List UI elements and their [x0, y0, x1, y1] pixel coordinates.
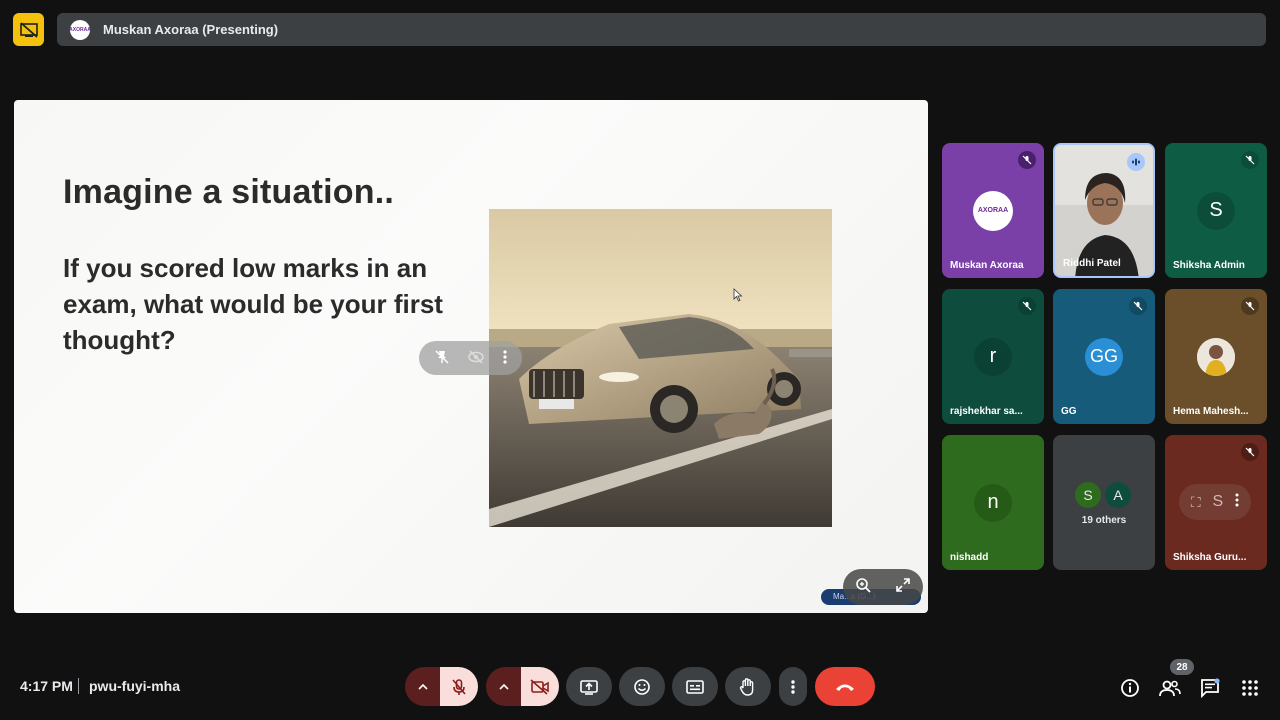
slide-body-text: If you scored low marks in an exam, what…: [63, 253, 443, 355]
participant-tile-speaking[interactable]: Riddhi Patel: [1053, 143, 1155, 278]
divider: [78, 678, 79, 694]
people-icon[interactable]: [1158, 676, 1182, 700]
participant-name: Shiksha Admin: [1173, 260, 1245, 271]
participant-tile[interactable]: S Shiksha Admin: [1165, 143, 1267, 278]
presenter-name: Muskan Axoraa (Presenting): [103, 22, 279, 37]
participant-initial: n: [974, 483, 1012, 522]
participant-tile[interactable]: ⛶ S Shiksha Guru...: [1165, 435, 1267, 570]
zoom-controls: [843, 569, 923, 605]
tile-hover-controls: ⛶ S: [1179, 484, 1251, 520]
participant-tile[interactable]: AXORAA Muskan Axoraa: [942, 143, 1044, 278]
meeting-code: pwu-fuyi-mha: [89, 678, 180, 694]
hide-view-icon[interactable]: [467, 349, 485, 368]
meeting-details-icon[interactable]: [1118, 676, 1142, 700]
activities-icon[interactable]: [1238, 676, 1262, 700]
participant-name: GG: [1061, 406, 1077, 417]
speaking-indicator-icon: [1127, 153, 1145, 171]
mic-off-icon: [1241, 443, 1259, 461]
pin-off-icon[interactable]: [434, 349, 450, 368]
mic-off-icon: [1018, 151, 1036, 169]
zoom-in-icon[interactable]: [855, 577, 871, 597]
mic-off-icon: [1241, 297, 1259, 315]
mic-off-icon: [1241, 151, 1259, 169]
audio-options-button[interactable]: [405, 667, 441, 706]
participant-name: nishadd: [950, 552, 989, 563]
participant-name: rajshekhar sa...: [950, 406, 1023, 417]
participant-tile[interactable]: GG GG: [1053, 289, 1155, 424]
participant-logo: AXORAA: [973, 190, 1013, 231]
others-count-label: 19 others: [1081, 515, 1127, 526]
participant-name: Riddhi Patel: [1063, 258, 1121, 269]
leave-call-button[interactable]: [815, 667, 875, 706]
slide-image-car-and-cat: [489, 209, 832, 527]
captions-button[interactable]: [672, 667, 718, 706]
more-options-button[interactable]: [779, 667, 807, 706]
participant-initial: S: [1197, 191, 1235, 230]
chat-icon[interactable]: [1198, 676, 1222, 700]
camera-toggle-button[interactable]: [521, 667, 559, 706]
slide-title: Imagine a situation..: [63, 173, 395, 211]
more-options-icon[interactable]: [502, 349, 508, 368]
mic-off-icon: [1018, 297, 1036, 315]
mic-off-icon: [1129, 297, 1147, 315]
more-options-icon[interactable]: [1235, 493, 1239, 512]
clock-time: 4:17 PM: [20, 678, 73, 694]
people-count-badge: 28: [1170, 659, 1194, 675]
others-avatar: S: [1075, 482, 1101, 508]
participant-initial: GG: [1085, 337, 1123, 376]
stop-presenting-icon[interactable]: [13, 13, 44, 46]
raise-hand-button[interactable]: [725, 667, 771, 706]
fullscreen-icon[interactable]: [895, 577, 911, 597]
present-screen-button[interactable]: [566, 667, 612, 706]
mic-toggle-button[interactable]: [440, 667, 478, 706]
participant-avatar-photo: [1197, 337, 1235, 376]
presentation-slide: Imagine a situation.. If you scored low …: [14, 100, 928, 613]
participant-initial: S: [1212, 493, 1224, 510]
participant-name: Shiksha Guru...: [1173, 552, 1247, 563]
participant-name: Muskan Axoraa: [950, 260, 1024, 271]
others-tile[interactable]: S A 19 others: [1053, 435, 1155, 570]
mouse-cursor-icon: [733, 288, 743, 307]
participant-tile[interactable]: r rajshekhar sa...: [942, 289, 1044, 424]
frame-icon[interactable]: ⛶: [1191, 494, 1201, 511]
presenter-avatar: AXORAA: [69, 19, 91, 40]
participant-initial: r: [974, 337, 1012, 376]
slide-overlay-controls: [419, 341, 522, 375]
reactions-button[interactable]: [619, 667, 665, 706]
participant-tile[interactable]: Hema Mahesh...: [1165, 289, 1267, 424]
video-options-button[interactable]: [486, 667, 522, 706]
participant-tile[interactable]: n nishadd: [942, 435, 1044, 570]
participant-name: Hema Mahesh...: [1173, 406, 1249, 417]
presenter-banner: AXORAA Muskan Axoraa (Presenting): [57, 13, 1266, 46]
others-avatar: A: [1105, 482, 1131, 508]
